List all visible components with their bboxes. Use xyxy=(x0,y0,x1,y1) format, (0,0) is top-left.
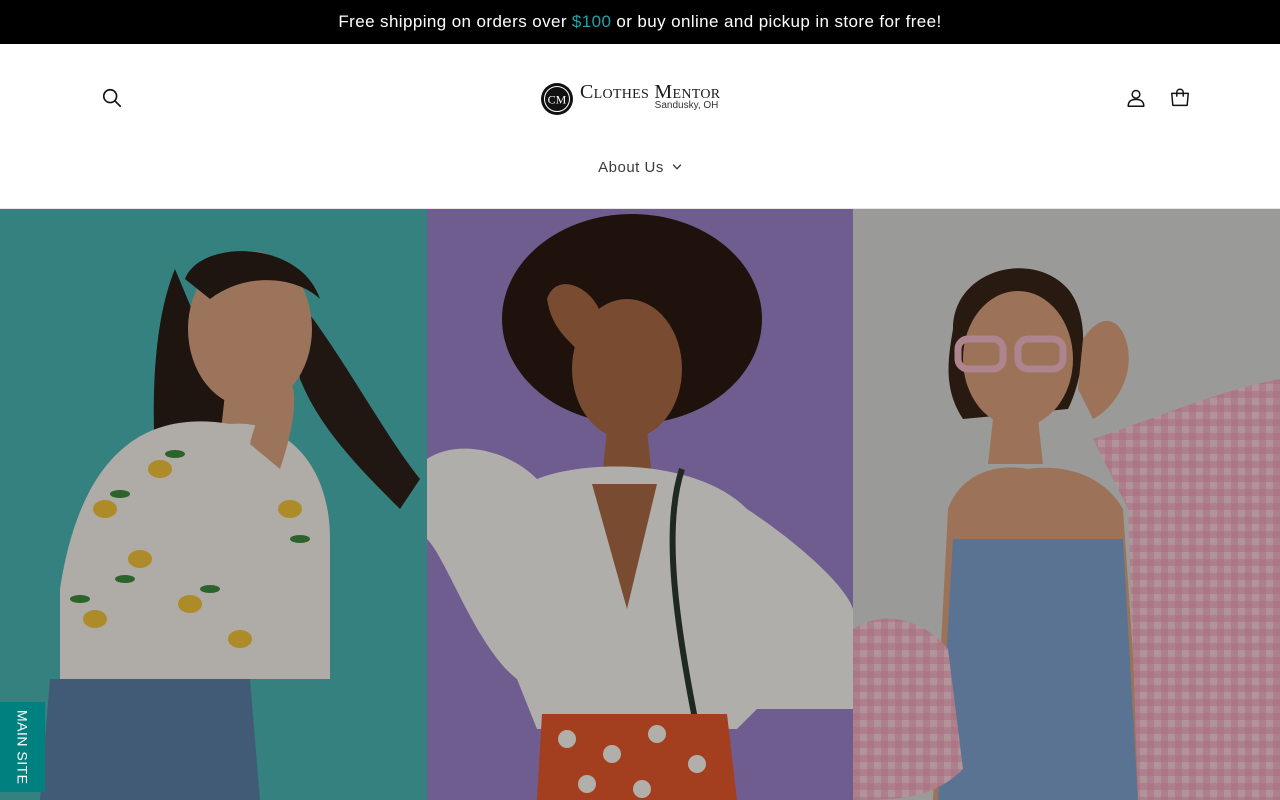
announcement-accent: $100 xyxy=(571,12,612,31)
main-site-label: MAIN SITE xyxy=(14,709,31,785)
announcement-text-after: or buy online and pickup in store for fr… xyxy=(616,12,942,31)
store-logo[interactable]: CM Clothes Mentor Sandusky, OH xyxy=(540,80,740,128)
account-icon xyxy=(1127,89,1145,107)
hero-banner[interactable] xyxy=(0,209,1280,800)
cart-icon xyxy=(1171,88,1189,107)
hero-image-lemon-blouse xyxy=(0,209,427,800)
main-site-tab[interactable]: MAIN SITE xyxy=(0,702,45,792)
account-button[interactable] xyxy=(1116,78,1156,118)
logo-text: Clothes Mentor Sandusky, OH xyxy=(580,80,720,111)
nav-item-label: About Us xyxy=(598,158,664,176)
logo-location: Sandusky, OH xyxy=(654,100,719,111)
site-header: CM Clothes Mentor Sandusky, OH About Us xyxy=(0,44,1280,209)
search-icon xyxy=(102,88,122,108)
hero-image-gingham-shirt xyxy=(853,209,1280,800)
chevron-down-icon xyxy=(672,164,681,170)
logo-mark: CM xyxy=(541,83,573,115)
search-button[interactable] xyxy=(92,78,132,118)
nav-item-about-us[interactable]: About Us xyxy=(598,159,682,176)
announcement-text-before: Free shipping on orders over xyxy=(338,12,567,31)
hero-image-white-blouse xyxy=(427,209,853,800)
main-nav: About Us xyxy=(0,156,1280,178)
cart-button[interactable] xyxy=(1160,78,1200,118)
svg-text:CM: CM xyxy=(548,93,567,107)
announcement-bar: Free shipping on orders over $100 or buy… xyxy=(0,0,1280,44)
